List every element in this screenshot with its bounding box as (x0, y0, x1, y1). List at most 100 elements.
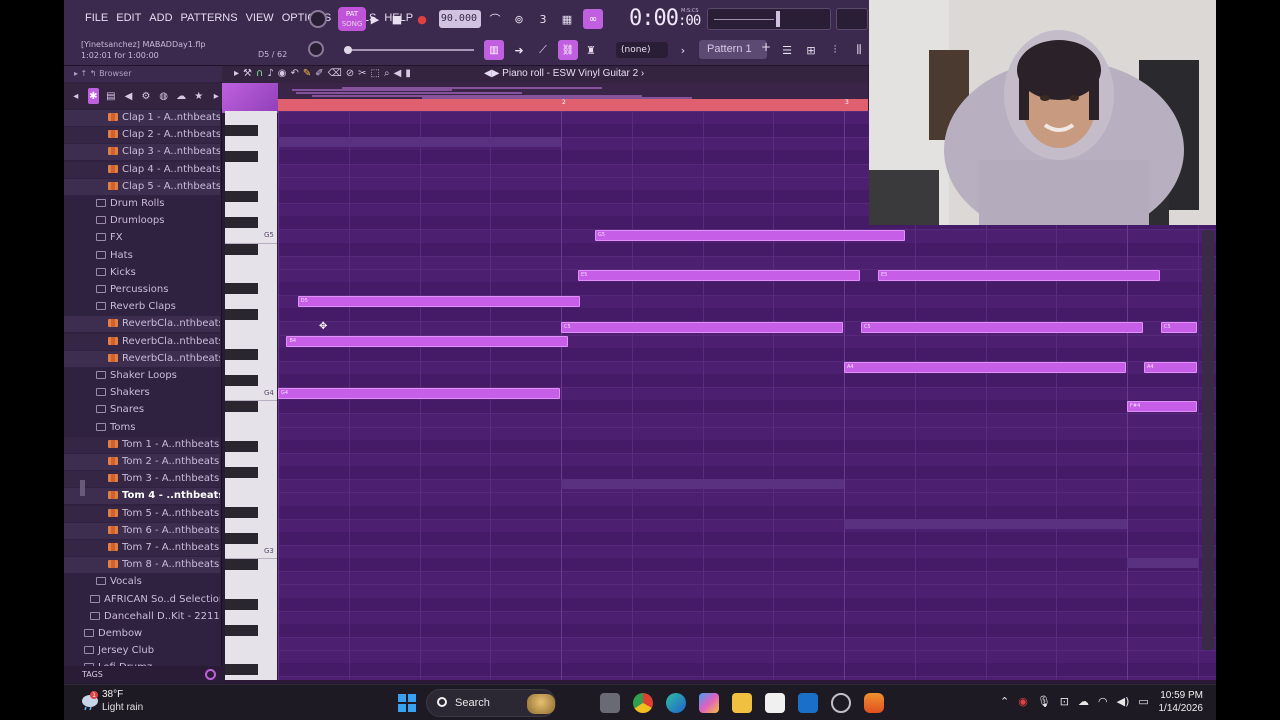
piano-note[interactable]: A4 (844, 361, 1126, 373)
browser-web-icon[interactable]: ◍ (158, 88, 170, 104)
menu-file[interactable]: FILE (84, 12, 109, 24)
black-key[interactable] (225, 664, 258, 676)
wrench-icon[interactable]: ⚒ (243, 68, 252, 79)
browser-folder-item[interactable]: Percussions (64, 282, 220, 298)
battery-icon[interactable]: ▭ (1138, 695, 1148, 708)
paint-tool-icon[interactable]: ✐ (315, 68, 323, 79)
browser-files-icon[interactable]: ▤ (105, 88, 117, 104)
play-button[interactable]: ▶ (366, 10, 384, 28)
chrome-icon[interactable] (633, 693, 653, 713)
browser-all-icon[interactable]: ✱ (87, 88, 100, 104)
song-position-slider[interactable] (344, 46, 474, 54)
add-pattern-button[interactable]: + (761, 40, 771, 54)
wifi-icon[interactable]: ◠ (1098, 695, 1108, 708)
browser-file-item[interactable]: Tom 2 - A..nthbeats (64, 454, 220, 470)
plugin-icon[interactable]: ⫼ (850, 41, 868, 59)
microphone-icon[interactable]: 🎙︎ (1037, 695, 1051, 708)
browser-folder-item[interactable]: Toms (64, 420, 220, 436)
browser-star-icon[interactable]: ★ (193, 88, 205, 104)
browser-file-item[interactable]: Tom 1 - A..nthbeats (64, 436, 220, 453)
menu-add[interactable]: ADD (148, 12, 173, 24)
copilot-icon[interactable] (699, 693, 719, 713)
browser-scroll-handle[interactable] (80, 480, 85, 496)
black-key[interactable] (225, 375, 258, 386)
store-icon[interactable] (765, 693, 785, 713)
black-key[interactable] (225, 598, 258, 610)
black-key[interactable] (225, 467, 258, 479)
browser-folder-item[interactable]: Shakers (64, 385, 220, 401)
piano-note[interactable]: B4 (286, 335, 569, 347)
speaker-icon[interactable]: ◀ (394, 68, 402, 79)
browser-file-item[interactable]: ReverbCla..nthbeats (64, 333, 220, 350)
black-key[interactable] (225, 348, 258, 360)
clock-time[interactable]: 10:59 PM (1159, 690, 1203, 701)
piano-note[interactable]: G5 (594, 230, 906, 242)
browser-file-item[interactable]: Tom 7 - A..nthbeats (64, 540, 220, 556)
menu-edit[interactable]: EDIT (115, 12, 142, 24)
menu-patterns[interactable]: PATTERNS (180, 12, 239, 24)
grid-vertical-scroll[interactable] (1202, 230, 1214, 650)
browser-folder-item[interactable]: Shaker Loops (64, 368, 220, 384)
piano-note[interactable]: A4 (1143, 361, 1197, 373)
black-key[interactable] (225, 190, 258, 202)
piano-note[interactable]: E5 (877, 269, 1160, 281)
outlook-icon[interactable] (798, 693, 818, 713)
black-key[interactable] (225, 532, 258, 544)
chevron-right-icon[interactable]: › (674, 41, 692, 59)
stamp-icon[interactable]: ♜ (582, 41, 600, 59)
select-tool-icon[interactable]: ⬚ (371, 68, 380, 79)
record-button[interactable]: ● (413, 10, 431, 28)
metronome-icon[interactable]: ⌒ (486, 10, 504, 28)
black-key[interactable] (225, 506, 258, 518)
menu-arrow-icon[interactable]: ▸ (234, 68, 239, 79)
edge-icon[interactable] (666, 693, 686, 713)
countdown-icon[interactable]: 3 (534, 10, 552, 28)
piano-roll-view-icon[interactable]: ▥ (484, 40, 504, 60)
black-key[interactable] (225, 401, 258, 413)
piano-note[interactable]: C5 (860, 322, 1143, 334)
pat-song-toggle[interactable]: PAT SONG (338, 7, 366, 31)
browser-file-item[interactable]: ReverbCla..nthbeats (64, 350, 220, 367)
tempo-display[interactable]: 90.000 (439, 10, 481, 28)
black-key[interactable] (225, 624, 258, 636)
pitch-knob[interactable] (308, 41, 324, 57)
target-icon[interactable]: ◀▶ (484, 68, 502, 79)
browser-nav-icon[interactable]: ▸ ↑ ↰ (74, 69, 99, 78)
browser-file-item[interactable]: Clap 2 - A..nthbeats (64, 127, 220, 144)
tray-chat-icon[interactable]: ⊡ (1060, 695, 1069, 708)
slice-tool-icon[interactable]: ✂ (358, 68, 366, 79)
playback-tool-icon[interactable]: ▮ (405, 68, 411, 79)
master-volume-knob[interactable] (309, 10, 327, 28)
black-key[interactable] (225, 559, 258, 571)
arrow-icon[interactable]: ➜ (510, 41, 528, 59)
black-key[interactable] (225, 309, 258, 321)
browser-cloud-icon[interactable]: ☁ (175, 88, 187, 104)
zoom-tool-icon[interactable]: ⌕ (384, 68, 390, 79)
clock-date[interactable]: 1/14/2026 (1149, 703, 1204, 714)
browser-file-item[interactable]: Clap 1 - A..nthbeats (64, 110, 220, 126)
link-icon[interactable]: ⛓ (558, 40, 578, 60)
windows-start-icon[interactable] (398, 694, 416, 712)
browser-forward-icon[interactable]: ▸ (211, 88, 223, 104)
piano-note[interactable]: C5 (561, 322, 843, 334)
browser-folder-item[interactable]: Drum Rolls (64, 196, 220, 212)
mute-tool-icon[interactable]: ⊘ (346, 68, 354, 79)
tray-cloud-icon[interactable]: ☁ (1078, 695, 1089, 708)
browser-folder-item[interactable]: Drumloops (64, 213, 220, 229)
draw-tool-icon[interactable]: ✎ (303, 68, 311, 79)
piano-note[interactable]: D5 (297, 296, 580, 308)
browser-file-item[interactable]: Tom 8 - A..nthbeats (64, 557, 220, 574)
black-key[interactable] (225, 217, 258, 229)
mixer-icon[interactable]: ⫶ (826, 41, 844, 59)
piano-note[interactable]: F#4 (1127, 401, 1197, 413)
piano-note[interactable]: E5 (577, 269, 860, 281)
browser-folder-item[interactable]: Jersey Club (64, 643, 220, 659)
fl-studio-taskbar-icon[interactable] (864, 693, 884, 713)
browser-folder-item[interactable]: Kicks (64, 265, 220, 281)
browser-folder-item[interactable]: Reverb Claps (64, 299, 220, 315)
browser-plugins-icon[interactable]: ⚙ (140, 88, 152, 104)
snap-select[interactable]: (none) (616, 42, 668, 58)
delete-tool-icon[interactable]: ⌫ (328, 68, 342, 79)
black-key[interactable] (225, 440, 258, 452)
browser-folder-item[interactable]: Hats (64, 248, 220, 264)
